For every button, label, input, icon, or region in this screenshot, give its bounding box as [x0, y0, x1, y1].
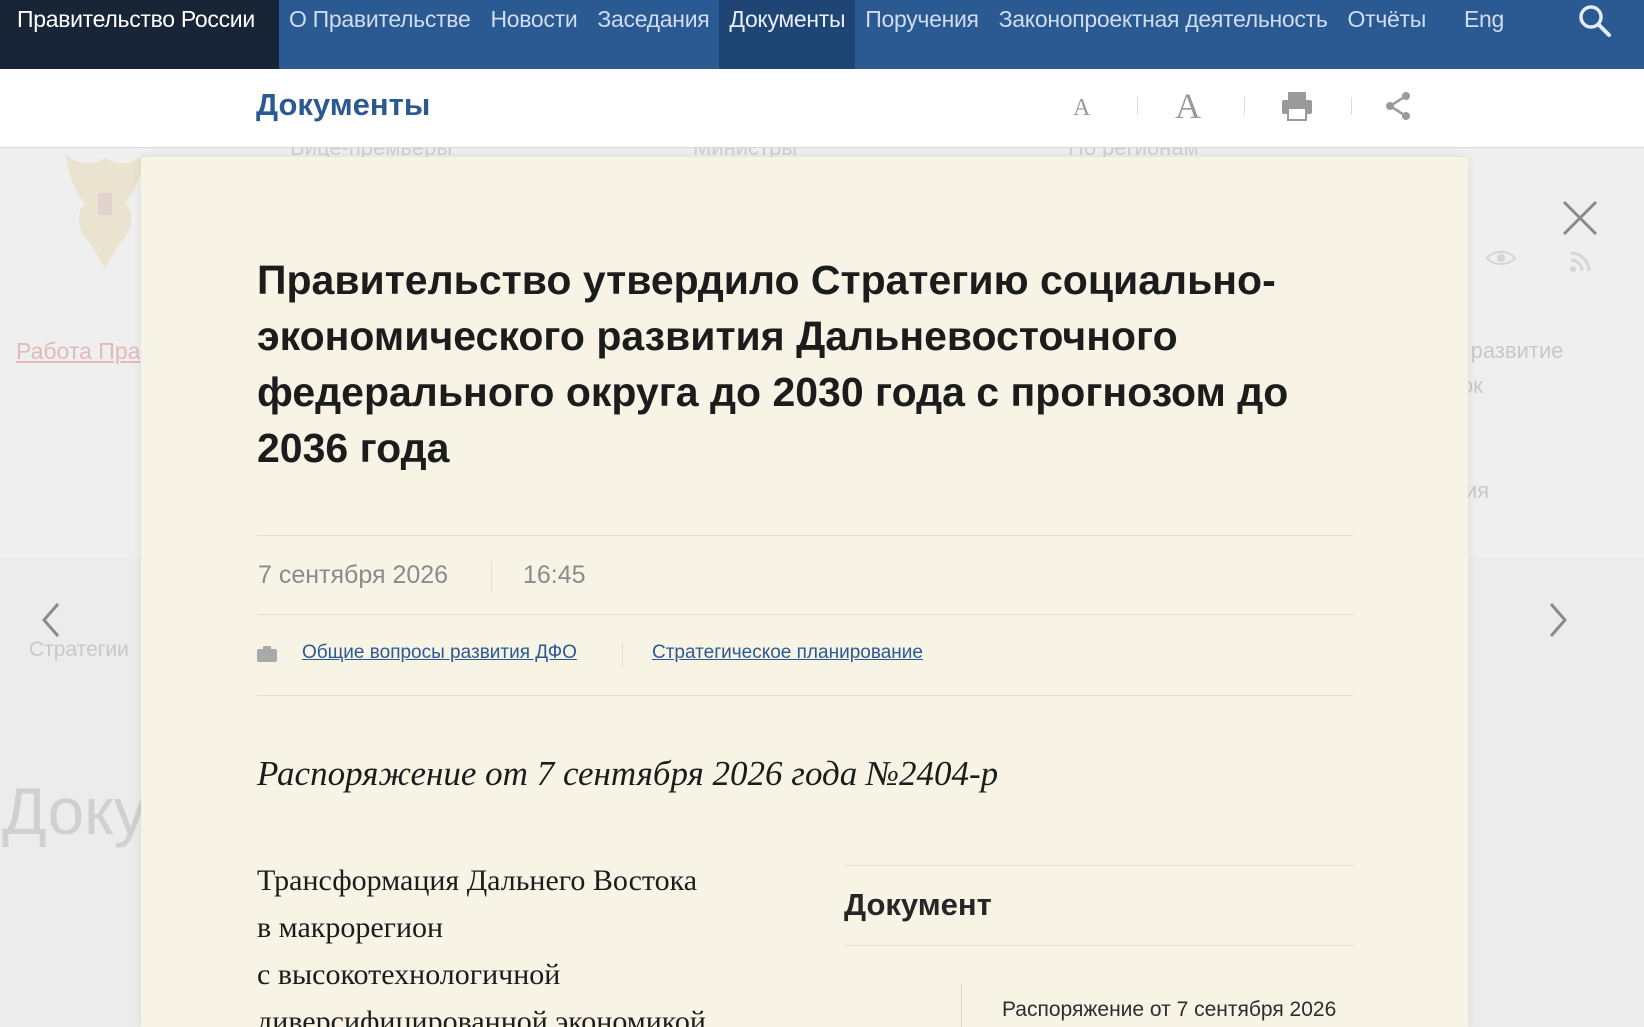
- divider: [257, 614, 1353, 615]
- tag-divider: [622, 642, 623, 668]
- lead-line: диверсифицированной экономикой,: [257, 1005, 714, 1027]
- nav-meetings[interactable]: Заседания: [587, 0, 719, 69]
- divider: [257, 535, 1353, 536]
- language-switch[interactable]: Eng: [1454, 0, 1514, 69]
- eye-icon: [1485, 251, 1517, 265]
- toolbar-divider: [1351, 97, 1352, 115]
- tag-strategic-planning[interactable]: Стратегическое планирование: [652, 642, 923, 664]
- previous-arrow-icon[interactable]: [36, 600, 66, 640]
- document-link[interactable]: Распоряжение от 7 сентября 2026: [1002, 998, 1336, 1022]
- article-date: 7 сентября 2026: [258, 561, 449, 589]
- next-arrow-icon[interactable]: [1543, 600, 1573, 640]
- print-icon[interactable]: [1280, 90, 1314, 122]
- bg-work-link[interactable]: Работа Пра: [16, 338, 140, 365]
- lead-line: в макрорегион: [257, 911, 444, 944]
- search-icon[interactable]: [1576, 2, 1614, 40]
- article-modal: Правительство утвердило Стратегию социал…: [141, 157, 1468, 1027]
- close-icon[interactable]: [1560, 198, 1600, 238]
- rss-icon: [1570, 251, 1591, 272]
- nav-news[interactable]: Новости: [480, 0, 587, 69]
- coat-of-arms-emblem: [65, 153, 145, 268]
- divider: [257, 695, 1353, 696]
- document-list-rule: [961, 983, 962, 1027]
- font-decrease-button[interactable]: A: [1073, 95, 1090, 122]
- lead-line: Трансформация Дальнего Востока: [257, 864, 698, 897]
- document-label: Документ: [844, 887, 992, 922]
- top-navigation: Правительство России О Правительстве Нов…: [0, 0, 1644, 69]
- article-headline: Правительство утвердило Стратегию социал…: [257, 257, 1289, 471]
- toolbar-divider: [1137, 97, 1138, 115]
- nav-documents[interactable]: Документы: [719, 0, 856, 69]
- bg-strategy-label: Стратегии: [29, 638, 129, 661]
- toolbar-divider: [1244, 97, 1245, 115]
- lead-line: с высокотехнологичной: [257, 958, 561, 991]
- tag-dfo-development[interactable]: Общие вопросы развития ДФО: [302, 642, 577, 664]
- section-title: Документы: [256, 87, 431, 122]
- meta-divider: [491, 562, 492, 592]
- article-time: 16:45: [523, 561, 586, 589]
- brand-link[interactable]: Правительство России: [0, 0, 279, 69]
- divider: [844, 945, 1353, 946]
- share-icon[interactable]: [1384, 91, 1412, 121]
- section-header: Документы A A: [0, 69, 1644, 148]
- nav-legislation[interactable]: Законопроектная деятельность: [989, 0, 1338, 69]
- article-lead: Трансформация Дальнего Востока в макроре…: [257, 857, 777, 1027]
- bg-section-title: Доку: [2, 774, 147, 848]
- nav-instructions[interactable]: Поручения: [855, 0, 988, 69]
- order-title: Распоряжение от 7 сентября 2026 года №24…: [257, 754, 999, 793]
- nav-about[interactable]: О Правительстве: [279, 0, 480, 69]
- divider: [844, 865, 1353, 866]
- nav-reports[interactable]: Отчёты: [1338, 0, 1436, 69]
- folder-icon: [257, 646, 277, 662]
- font-increase-button[interactable]: A: [1175, 85, 1201, 127]
